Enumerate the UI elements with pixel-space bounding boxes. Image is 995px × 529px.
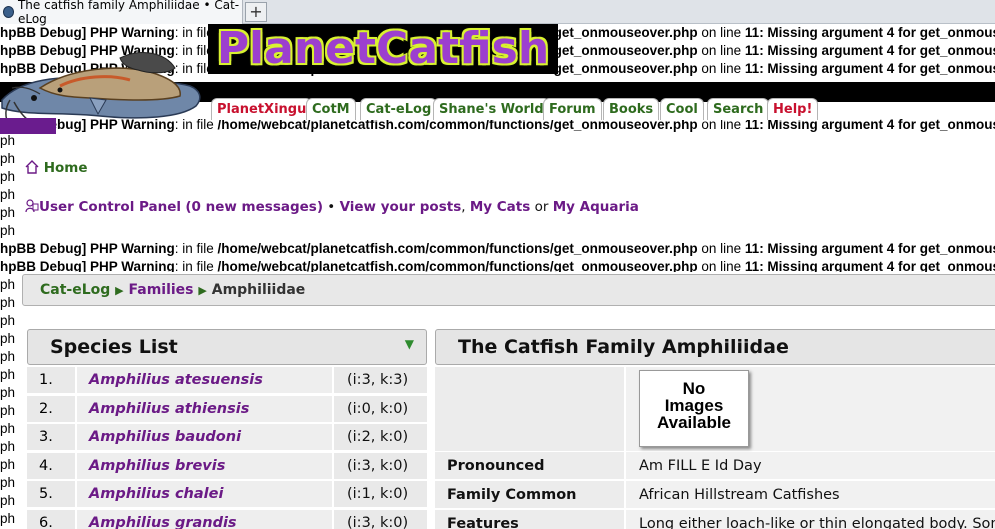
collapse-arrow-icon[interactable]: ▼	[405, 327, 414, 361]
breadcrumb: Cat-eLog ▶ Families ▶ Amphiliidae	[22, 274, 995, 306]
species-row: 6. Amphilius grandis (i:3, k:0)	[27, 509, 427, 529]
browser-tab-strip: The catfish family Amphiliidae • Cat-eLo…	[0, 0, 995, 26]
debug-fragment: ph	[0, 457, 16, 472]
species-name-link[interactable]: Amphilius atesuensis	[77, 367, 332, 394]
species-image-count: (i:3, k:0)	[334, 509, 427, 529]
debug-fragment: ph	[0, 331, 16, 346]
nav-tab-search[interactable]: Search	[707, 98, 770, 120]
species-list-title: Species List	[50, 336, 178, 358]
species-image-count: (i:1, k:0)	[334, 481, 427, 508]
species-row: 2. Amphilius athiensis (i:0, k:0)	[27, 395, 427, 423]
no-images-placeholder: No Images Available	[639, 370, 749, 447]
debug-fragment: ph	[0, 349, 16, 364]
species-number: 5.	[27, 481, 75, 508]
breadcrumb-separator-icon: ▶	[115, 284, 124, 297]
debug-fragment: ph	[0, 169, 16, 184]
user-icon	[25, 199, 39, 213]
family-info-value: Long either loach-like or thin elongated…	[626, 510, 995, 529]
browser-tab-title: The catfish family Amphiliidae • Cat-eLo…	[17, 0, 240, 26]
species-list-header[interactable]: Species List ▼	[27, 329, 427, 365]
species-image-count: (i:3, k:0)	[334, 452, 427, 480]
species-name-link[interactable]: Amphilius athiensis	[77, 395, 332, 423]
debug-fragment: ph	[0, 421, 16, 436]
home-label: Home	[43, 160, 88, 176]
breadcrumb-cat-elog[interactable]: Cat-eLog	[40, 282, 110, 298]
debug-fragment: ph	[0, 367, 16, 382]
species-image-count: (i:2, k:0)	[334, 424, 427, 451]
nav-tab-cotm[interactable]: CotM	[306, 98, 356, 120]
debug-fragment: ph	[0, 403, 16, 418]
ucp-link[interactable]: User Control Panel	[39, 199, 181, 215]
browser-viewport: The catfish family Amphiliidae • Cat-eLo…	[0, 0, 995, 529]
species-number: 4.	[27, 452, 75, 480]
debug-fragment: ph	[0, 277, 16, 292]
home-link[interactable]: Home	[25, 160, 88, 176]
species-name-link[interactable]: Amphilius baudoni	[77, 424, 332, 451]
banner-accent-strip	[0, 118, 56, 134]
family-title: The Catfish Family Amphiliidae	[458, 336, 789, 358]
home-icon	[25, 160, 39, 174]
breadcrumb-separator-icon: ▶	[198, 284, 207, 297]
debug-fragment: ph	[0, 511, 16, 526]
ucp-line: User Control Panel (0 new messages) • Vi…	[25, 199, 639, 215]
debug-warning-line: hpBB Debug] PHP Warning: in file /home/w…	[0, 241, 995, 256]
nav-tab-forum[interactable]: Forum	[543, 98, 602, 120]
family-info-row: Family Common NameAfrican Hillstream Cat…	[435, 481, 995, 529]
debug-fragment: ph	[0, 493, 16, 508]
site-logo-text: PlanetCatfish	[216, 23, 550, 74]
debug-fragment: ph	[0, 133, 16, 148]
family-info-row: Features Long either loach-like or thin e…	[435, 510, 995, 529]
separator-bullet: •	[327, 199, 336, 215]
species-image-count: (i:0, k:0)	[334, 395, 427, 423]
breadcrumb-current: Amphiliidae	[211, 282, 306, 298]
breadcrumb-families[interactable]: Families	[129, 282, 194, 298]
nav-tab-shanes-world[interactable]: Shane's World	[433, 98, 550, 120]
nav-tab-planetxingu[interactable]: PlanetXingu	[211, 98, 313, 120]
debug-fragment: ph	[0, 295, 16, 310]
species-number: 2.	[27, 395, 75, 423]
debug-fragment: ph	[0, 151, 16, 166]
species-row: 5. Amphilius chalei (i:1, k:0)	[27, 481, 427, 508]
my-cats-link[interactable]: My Cats	[470, 199, 530, 215]
debug-fragment: ph	[0, 439, 16, 454]
view-posts-link[interactable]: View your posts	[340, 199, 462, 215]
site-logo[interactable]: PlanetCatfish	[208, 24, 558, 74]
new-tab-button[interactable]: +	[245, 2, 267, 22]
site-favicon-icon	[3, 6, 14, 18]
family-info-value: Am FILL E Id Day	[626, 452, 995, 480]
image-cell: No Images Available	[626, 367, 995, 451]
nav-tab-cool[interactable]: Cool	[660, 98, 704, 120]
species-name-link[interactable]: Amphilius brevis	[77, 452, 332, 480]
species-number: 1.	[27, 367, 75, 394]
debug-fragment: ph	[0, 313, 16, 328]
family-info-label: Pronounced	[435, 452, 624, 480]
species-image-count: (i:3, k:3)	[334, 367, 427, 394]
my-aquaria-link[interactable]: My Aquaria	[553, 199, 639, 215]
family-info-label: Family Common Name	[435, 481, 624, 529]
nav-tab-help[interactable]: Help!	[767, 98, 819, 120]
user-panel: Home User Control Panel (0 new messages)…	[22, 140, 995, 240]
debug-fragment: ph	[0, 385, 16, 400]
debug-fragment: ph	[0, 205, 16, 220]
browser-tab[interactable]: The catfish family Amphiliidae • Cat-eLo…	[0, 0, 243, 26]
family-header: The Catfish Family Amphiliidae	[435, 329, 995, 365]
species-number: 3.	[27, 424, 75, 451]
nav-tab-cat-elog[interactable]: Cat-eLog	[360, 98, 438, 120]
family-info-value: African Hillstream Catfishes	[626, 481, 995, 509]
species-row: 3. Amphilius baudoni (i:2, k:0)	[27, 424, 427, 451]
debug-fragment: ph	[0, 475, 16, 490]
or-text: or	[534, 199, 549, 215]
species-name-link[interactable]: Amphilius chalei	[77, 481, 332, 508]
family-info-label: Features	[435, 510, 624, 529]
debug-fragment: ph	[0, 187, 16, 202]
nav-tab-books[interactable]: Books	[603, 98, 660, 120]
species-row: 4. Amphilius brevis (i:3, k:0)	[27, 452, 427, 480]
new-messages-link[interactable]: (0 new messages)	[185, 199, 323, 215]
species-row: 1. Amphilius atesuensis (i:3, k:3)	[27, 367, 427, 394]
family-info-row: Pronounced Am FILL E Id Day	[435, 452, 995, 480]
image-label-cell	[435, 367, 624, 451]
species-name-link[interactable]: Amphilius grandis	[77, 509, 332, 529]
species-number: 6.	[27, 509, 75, 529]
debug-fragment: ph	[0, 223, 16, 238]
